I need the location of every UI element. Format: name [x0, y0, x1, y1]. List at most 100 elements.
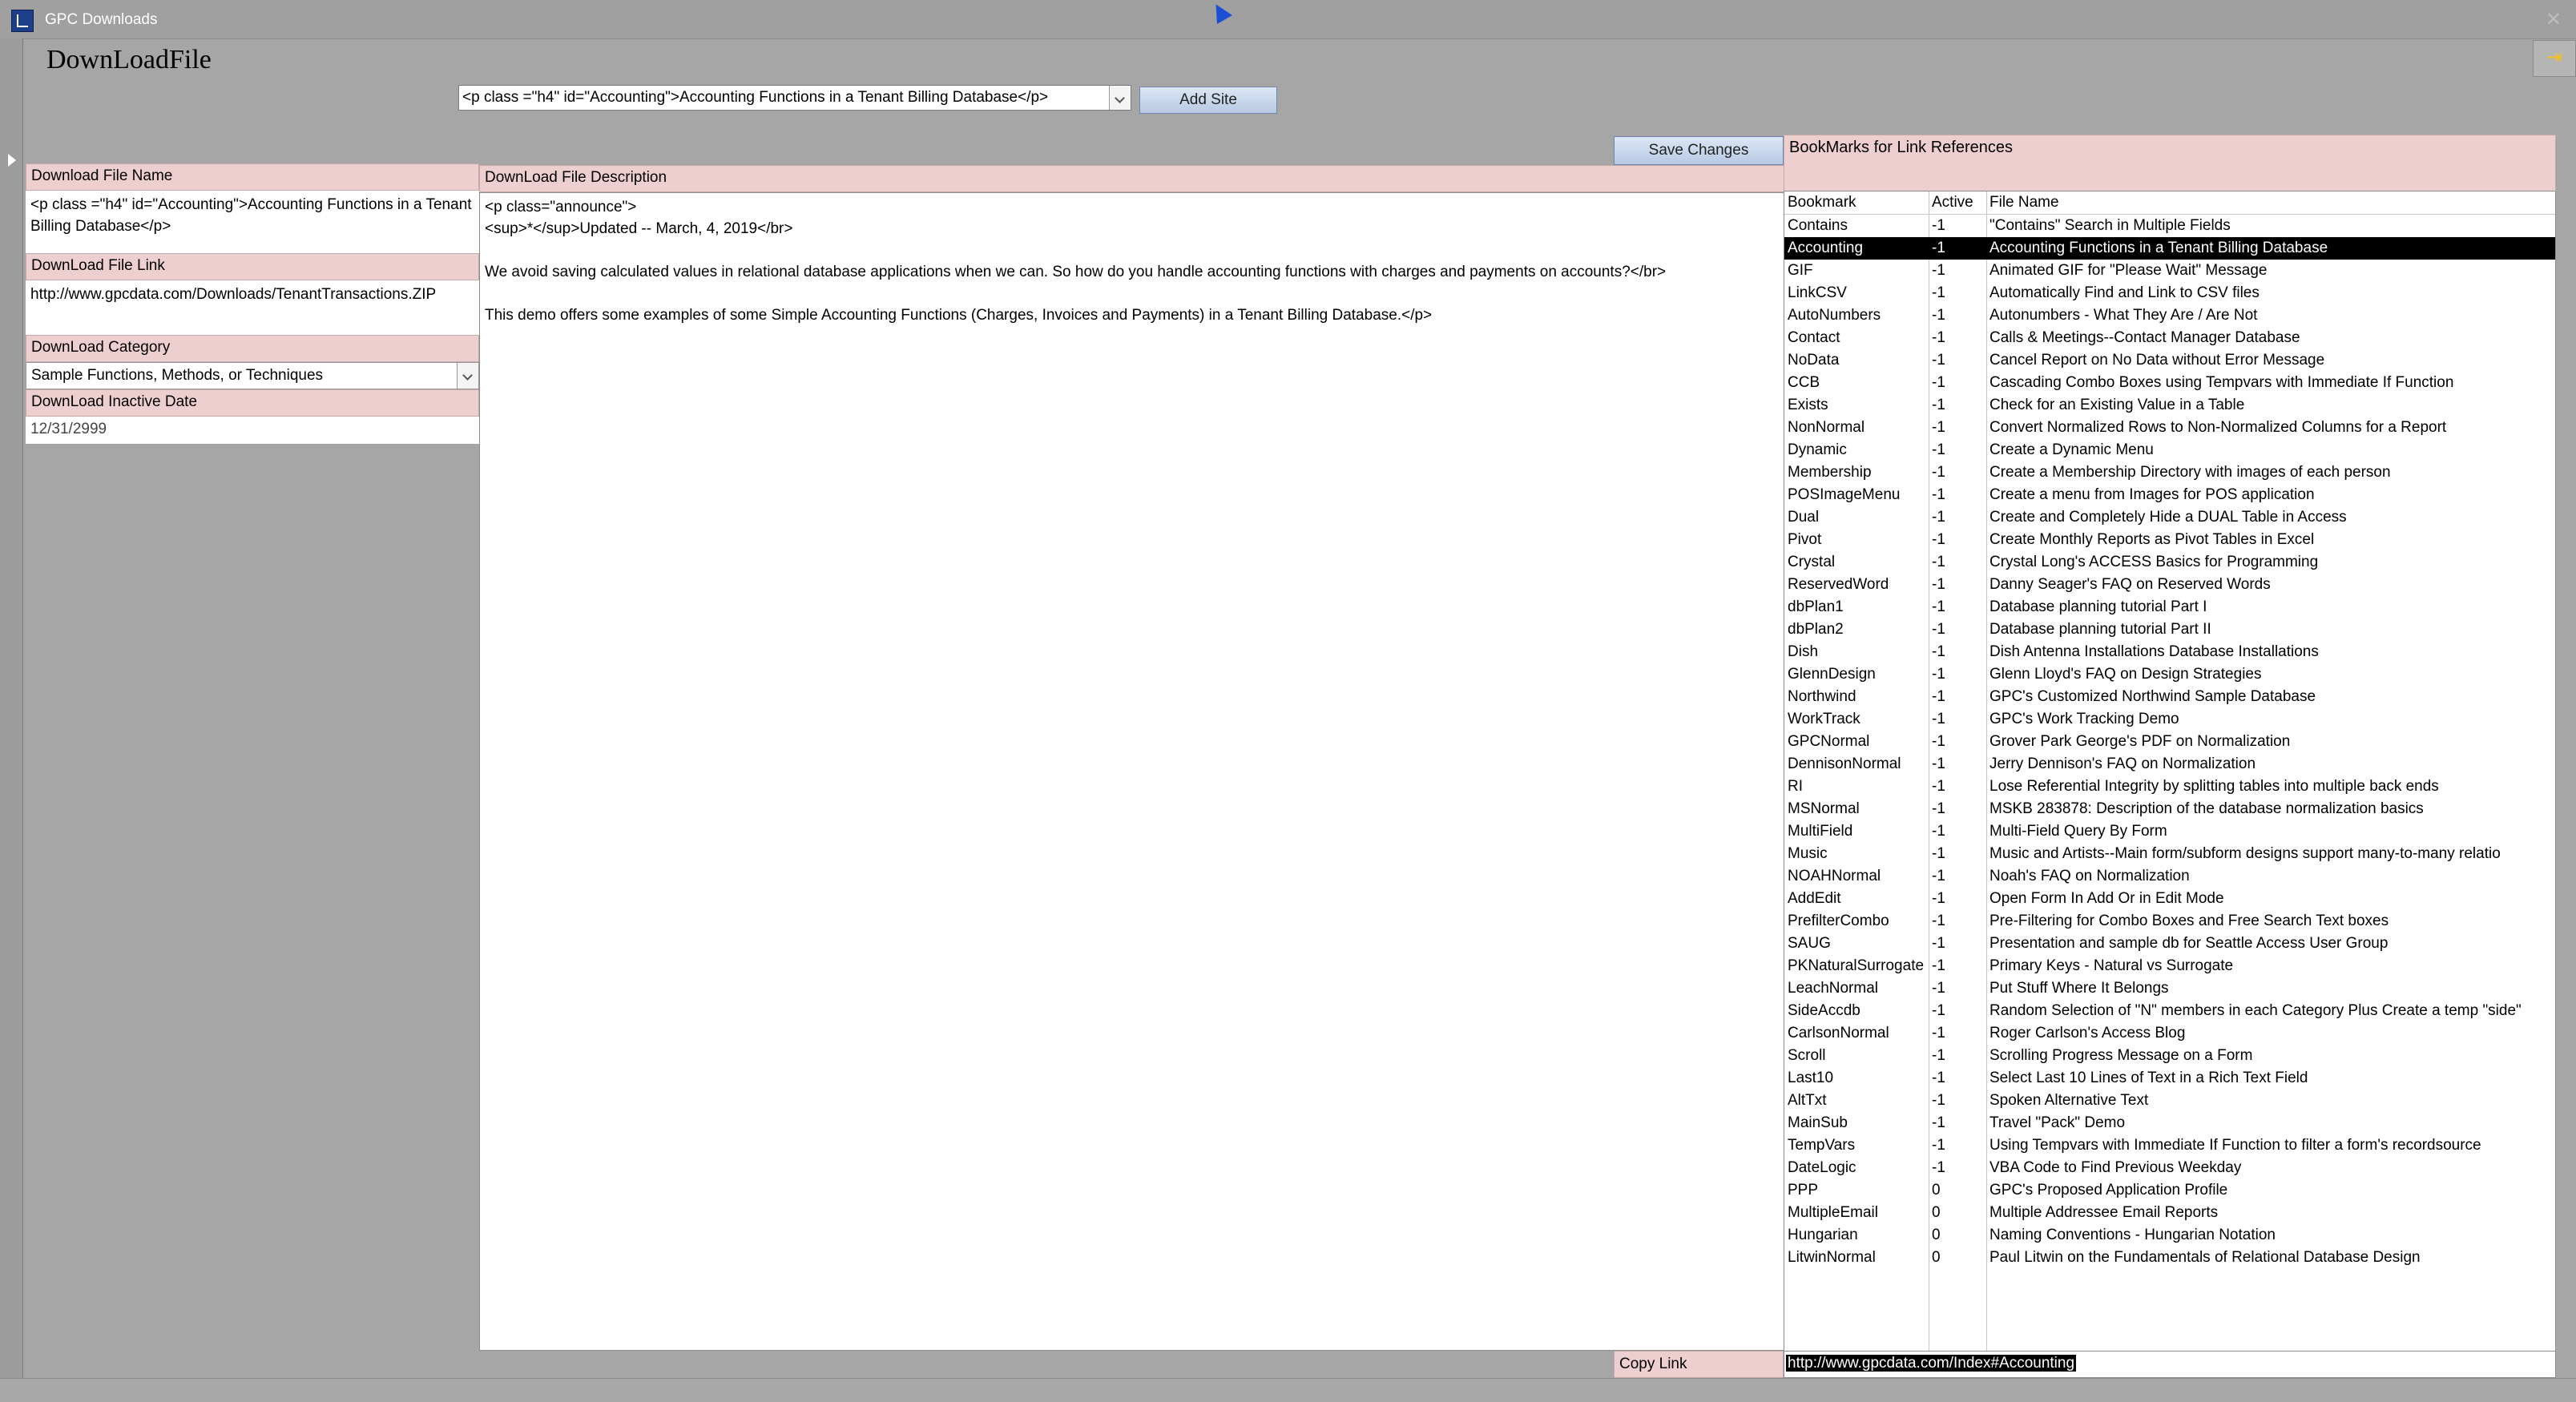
bookmark-row[interactable]: Contact -1 Calls & Meetings--Contact Manag… [1784, 327, 2555, 349]
bookmark-cell: LitwinNormal [1788, 1249, 1876, 1266]
bookmark-cell: NOAHNormal [1788, 868, 1881, 884]
bookmark-row[interactable]: Contains -1 "Contains" Search in Multiple … [1784, 215, 2555, 237]
bookmark-row[interactable]: MSNormal -1 MSKB 283878: Description of th… [1784, 798, 2555, 820]
active-cell: 0 [1932, 1227, 1941, 1243]
bookmark-row[interactable]: TempVars -1 Using Tempvars with Immediate … [1784, 1134, 2555, 1157]
navigation-pane-strip[interactable] [0, 38, 23, 1378]
description-field[interactable]: <p class="announce"> <sup>*</sup>Updated … [479, 192, 1785, 1351]
bookmark-row[interactable]: CCB -1 Cascading Combo Boxes using Tempvar… [1784, 372, 2555, 394]
bookmark-cell: Music [1788, 845, 1828, 862]
bookmark-row[interactable]: Scroll -1 Scrolling Progress Message on a … [1784, 1045, 2555, 1067]
exit-icon[interactable]: ⇥ [2533, 40, 2576, 77]
bookmark-row[interactable]: LitwinNormal 0 Paul Litwin on the Fundamen… [1784, 1247, 2555, 1269]
file-fields-panel: Download File Name <p class ="h4" id="Ac… [26, 163, 479, 444]
active-cell: -1 [1932, 531, 1945, 548]
active-cell: -1 [1932, 621, 1945, 638]
bookmark-row[interactable]: NonNormal -1 Convert Normalized Rows to No… [1784, 417, 2555, 439]
bookmark-row[interactable]: Music -1 Music and Artists--Main form/subf… [1784, 843, 2555, 865]
chevron-down-icon[interactable] [457, 363, 478, 389]
active-cell: -1 [1932, 1114, 1945, 1131]
file-name-cell: Primary Keys - Natural vs Surrogate [1989, 957, 2234, 974]
bookmark-row[interactable]: NoData -1 Cancel Report on No Data without… [1784, 349, 2555, 372]
active-cell: -1 [1932, 486, 1945, 503]
description-line: We avoid saving calculated values in rel… [485, 264, 1667, 280]
bookmark-row[interactable]: MultiField -1 Multi-Field Query By Form [1784, 820, 2555, 843]
add-site-button[interactable]: Add Site [1139, 87, 1277, 114]
bookmark-cell: LinkCSV [1788, 284, 1847, 301]
bookmark-row[interactable]: PrefilterCombo -1 Pre-Filtering for Combo … [1784, 910, 2555, 933]
close-icon[interactable]: ✕ [2546, 8, 2562, 31]
bookmark-cell: Northwind [1788, 688, 1856, 705]
bookmark-row[interactable]: Membership -1 Create a Membership Director… [1784, 461, 2555, 484]
bookmark-row[interactable]: AltTxt -1 Spoken Alternative Text [1784, 1090, 2555, 1112]
active-cell: -1 [1932, 755, 1945, 772]
bookmark-row[interactable]: Northwind -1 GPC's Customized Northwind Sa… [1784, 686, 2555, 708]
bookmark-row[interactable]: Dual -1 Create and Completely Hide a DUAL … [1784, 506, 2555, 529]
bookmark-row[interactable]: Exists -1 Check for an Existing Value in a… [1784, 394, 2555, 417]
file-name-field[interactable]: <p class ="h4" id="Accounting">Accountin… [26, 191, 479, 253]
bookmark-row[interactable]: SAUG -1 Presentation and sample db for Sea… [1784, 933, 2555, 955]
save-changes-button[interactable]: Save Changes [1614, 136, 1784, 165]
file-name-cell: Autonumbers - What They Are / Are Not [1989, 307, 2258, 324]
bookmark-cell: NonNormal [1788, 419, 1865, 436]
bookmark-row[interactable]: POSImageMenu -1 Create a menu from Images … [1784, 484, 2555, 506]
active-cell: -1 [1932, 464, 1945, 481]
bookmark-cell: PrefilterCombo [1788, 913, 1889, 929]
active-cell: -1 [1932, 980, 1945, 997]
inactive-date-label: DownLoad Inactive Date [26, 389, 479, 417]
bookmark-row[interactable]: GIF -1 Animated GIF for "Please Wait" Mess… [1784, 260, 2555, 282]
copy-link-field[interactable]: http://www.gpcdata.com/Index#Accounting [1784, 1351, 2556, 1378]
bookmark-row[interactable]: PKNaturalSurrogate -1 Primary Keys - Natur… [1784, 955, 2555, 977]
bookmark-cell: Dual [1788, 509, 1820, 526]
bookmark-row[interactable]: Dish -1 Dish Antenna Installations Databas… [1784, 641, 2555, 663]
bookmark-row[interactable]: MainSub -1 Travel "Pack" Demo [1784, 1112, 2555, 1134]
inactive-date-field[interactable]: 12/31/2999 [26, 417, 479, 444]
bookmark-row[interactable]: AddEdit -1 Open Form In Add Or in Edit Mod… [1784, 888, 2555, 910]
site-combo[interactable]: <p class ="h4" id="Accounting">Accountin… [458, 85, 1131, 111]
bookmark-row[interactable]: Hungarian 0 Naming Conventions - Hungarian… [1784, 1224, 2555, 1247]
expand-arrow-icon[interactable] [3, 151, 19, 168]
bookmark-row[interactable]: DennisonNormal -1 Jerry Dennison's FAQ on … [1784, 753, 2555, 776]
copy-link-value: http://www.gpcdata.com/Index#Accounting [1786, 1355, 2077, 1372]
bookmark-row[interactable]: NOAHNormal -1 Noah's FAQ on Normalization [1784, 865, 2555, 888]
bookmark-row[interactable]: Last10 -1 Select Last 10 Lines of Text in … [1784, 1067, 2555, 1090]
bookmark-row[interactable]: dbPlan1 -1 Database planning tutorial Part… [1784, 596, 2555, 618]
bookmark-row[interactable]: ReservedWord -1 Danny Seager's FAQ on Rese… [1784, 574, 2555, 596]
file-name-cell: Open Form In Add Or in Edit Mode [1989, 890, 2224, 907]
bookmark-row[interactable]: Dynamic -1 Create a Dynamic Menu [1784, 439, 2555, 461]
bookmark-cell: Contains [1788, 217, 1848, 234]
category-combo[interactable]: Sample Functions, Methods, or Techniques [26, 362, 479, 389]
description-line [485, 283, 1780, 304]
bookmark-row[interactable]: LeachNormal -1 Put Stuff Where It Belongs [1784, 977, 2555, 1000]
bookmark-row[interactable]: WorkTrack -1 GPC's Work Tracking Demo [1784, 708, 2555, 731]
bookmark-row[interactable]: AutoNumbers -1 Autonumbers - What They Are… [1784, 304, 2555, 327]
bookmark-cell: AddEdit [1788, 890, 1841, 907]
file-name-cell: Put Stuff Where It Belongs [1989, 980, 2169, 997]
bookmark-row[interactable]: CarlsonNormal -1 Roger Carlson's Access Bl… [1784, 1022, 2555, 1045]
bookmark-row[interactable]: Pivot -1 Create Monthly Reports as Pivot T… [1784, 529, 2555, 551]
bookmark-row[interactable]: DateLogic -1 VBA Code to Find Previous Wee… [1784, 1157, 2555, 1179]
bookmark-row[interactable]: GlennDesign -1 Glenn Lloyd's FAQ on Design… [1784, 663, 2555, 686]
bookmark-row[interactable]: Accounting -1 Accounting Functions in a Te… [1784, 237, 2555, 260]
bookmark-row[interactable]: PPP 0 GPC's Proposed Application Profile [1784, 1179, 2555, 1202]
file-link-field[interactable]: http://www.gpcdata.com/Downloads/TenantT… [26, 280, 479, 335]
bookmark-row[interactable]: GPCNormal -1 Grover Park George's PDF on N… [1784, 731, 2555, 753]
file-name-cell: Convert Normalized Rows to Non-Normalize… [1989, 419, 2447, 436]
active-cell: -1 [1932, 329, 1945, 346]
bookmark-row[interactable]: MultipleEmail 0 Multiple Addressee Email R… [1784, 1202, 2555, 1224]
bookmark-row[interactable]: LinkCSV -1 Automatically Find and Link to … [1784, 282, 2555, 304]
file-name-cell: Create Monthly Reports as Pivot Tables i… [1989, 531, 2315, 548]
chevron-down-icon[interactable] [1109, 86, 1131, 110]
active-cell: -1 [1932, 509, 1945, 526]
bookmarks-rows: Contains -1 "Contains" Search in Multiple … [1784, 215, 2555, 1269]
bookmark-row[interactable]: Crystal -1 Crystal Long's ACCESS Basics fo… [1784, 551, 2555, 574]
bookmark-cell: POSImageMenu [1788, 486, 1901, 503]
file-name-cell: Lose Referential Integrity by splitting … [1989, 778, 2439, 795]
bookmarks-list[interactable]: Bookmark Active File Name Contains -1 "Con… [1784, 191, 2556, 1352]
bookmark-row[interactable]: dbPlan2 -1 Database planning tutorial Part… [1784, 618, 2555, 641]
file-name-cell: Cascading Combo Boxes using Tempvars wit… [1989, 374, 2454, 391]
bookmark-cell: LeachNormal [1788, 980, 1878, 997]
bookmark-row[interactable]: RI -1 Lose Referential Integrity by splitt… [1784, 776, 2555, 798]
form-title: DownLoadFile [46, 45, 212, 75]
bookmark-row[interactable]: SideAccdb -1 Random Selection of "N" membe… [1784, 1000, 2555, 1022]
